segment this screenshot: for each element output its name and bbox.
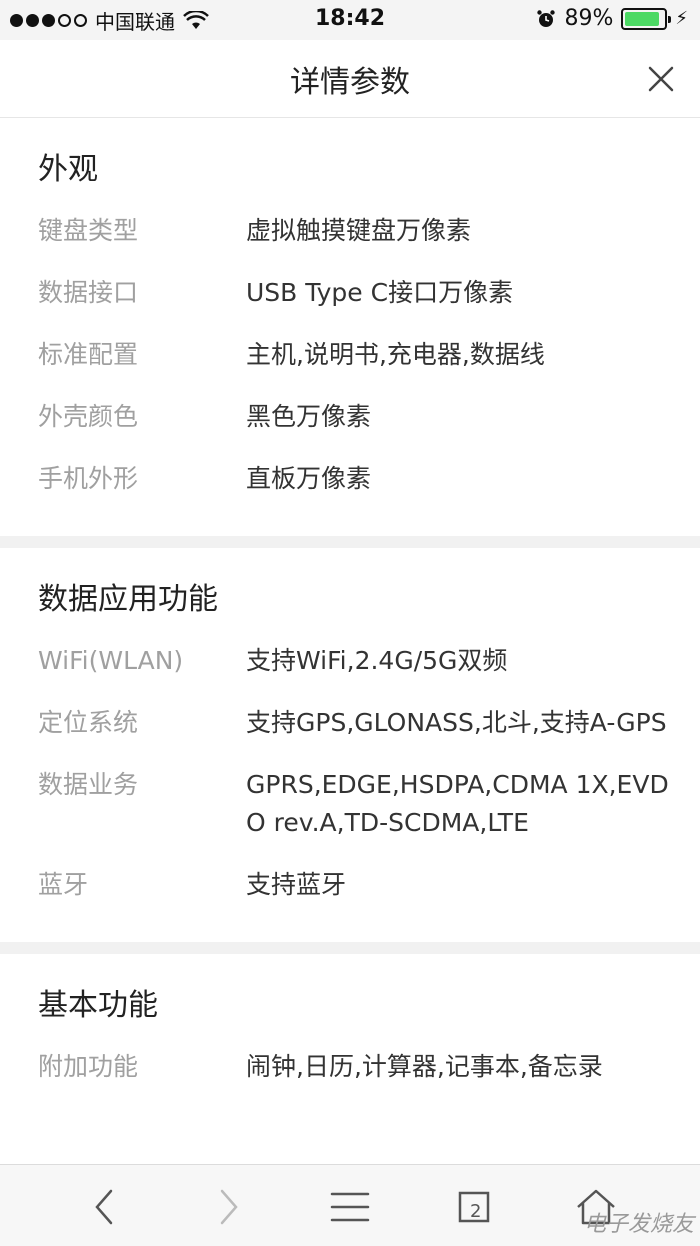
spec-label: 手机外形 xyxy=(38,464,139,493)
section-appearance: 外观 键盘类型 虚拟触摸键盘万像素 数据接口 USB Type C接口万像素 标… xyxy=(0,118,700,536)
spec-label: 数据业务 xyxy=(38,770,139,799)
section-data-features: 数据应用功能 WiFi(WLAN) 支持WiFi,2.4G/5G双频 定位系统 … xyxy=(0,548,700,942)
spec-label: WiFi(WLAN) xyxy=(38,646,184,675)
section-title: 外观 xyxy=(38,152,98,187)
battery-percent: 89% xyxy=(564,6,614,31)
section-basic-features: 基本功能 附加功能 闹钟,日历,计算器,记事本,备忘录 xyxy=(0,954,700,1124)
spec-value: USB Type C接口万像素 xyxy=(246,278,514,307)
page-title: 详情参数 xyxy=(290,64,410,100)
menu-button[interactable] xyxy=(326,1183,374,1231)
spec-label: 数据接口 xyxy=(38,278,139,307)
menu-icon xyxy=(330,1192,370,1222)
spec-value: GPRS,EDGE,HSDPA,CDMA 1X,EVDO rev.A,TD-SC… xyxy=(246,770,669,837)
close-icon[interactable] xyxy=(642,60,680,98)
charging-bolt-icon: ⚡ xyxy=(675,8,688,29)
spec-value: 主机,说明书,充电器,数据线 xyxy=(246,340,545,369)
spec-value: 闹钟,日历,计算器,记事本,备忘录 xyxy=(246,1052,603,1081)
section-title: 基本功能 xyxy=(38,988,158,1023)
spec-label: 标准配置 xyxy=(38,340,139,369)
watermark-logo: 电子发烧友 xyxy=(583,1212,694,1237)
section-divider xyxy=(0,942,700,954)
back-button[interactable] xyxy=(80,1183,128,1231)
back-icon xyxy=(95,1189,113,1225)
spec-row: 外壳颜色 黑色万像素 xyxy=(0,398,700,436)
status-right: 89% ⚡ xyxy=(536,6,688,31)
spec-row: 附加功能 闹钟,日历,计算器,记事本,备忘录 xyxy=(0,1048,700,1086)
spec-row: 数据业务 GPRS,EDGE,HSDPA,CDMA 1X,EVDO rev.A,… xyxy=(0,766,700,842)
spec-value: 虚拟触摸键盘万像素 xyxy=(246,216,472,245)
spec-label: 附加功能 xyxy=(38,1052,139,1081)
forward-button[interactable] xyxy=(205,1183,253,1231)
spec-row: 标准配置 主机,说明书,充电器,数据线 xyxy=(0,336,700,374)
spec-label: 键盘类型 xyxy=(38,216,139,245)
nav-header: 详情参数 xyxy=(0,40,700,118)
browser-toolbar: 2 电子发烧友 xyxy=(0,1164,700,1246)
spec-label: 外壳颜色 xyxy=(38,402,139,431)
battery-icon xyxy=(621,7,672,30)
spec-value: 支持GPS,GLONASS,北斗,支持A-GPS xyxy=(246,708,667,737)
tabs-button[interactable]: 2 xyxy=(450,1183,498,1231)
spec-row: 定位系统 支持GPS,GLONASS,北斗,支持A-GPS xyxy=(0,704,700,742)
spec-label: 蓝牙 xyxy=(38,870,89,899)
tab-count: 2 xyxy=(470,1201,482,1222)
spec-value: 黑色万像素 xyxy=(246,402,372,431)
status-bar: 中国联通 18:42 89% ⚡ xyxy=(0,0,700,40)
spec-row: 蓝牙 支持蓝牙 xyxy=(0,866,700,904)
section-title: 数据应用功能 xyxy=(38,582,218,617)
spec-value: 支持蓝牙 xyxy=(246,870,347,899)
section-divider xyxy=(0,536,700,548)
spec-content[interactable]: 外观 键盘类型 虚拟触摸键盘万像素 数据接口 USB Type C接口万像素 标… xyxy=(0,118,700,1164)
spec-row: 数据接口 USB Type C接口万像素 xyxy=(0,274,700,312)
spec-row: 手机外形 直板万像素 xyxy=(0,460,700,498)
spec-row: WiFi(WLAN) 支持WiFi,2.4G/5G双频 xyxy=(0,642,700,680)
spec-value: 支持WiFi,2.4G/5G双频 xyxy=(246,646,508,675)
forward-icon xyxy=(220,1189,238,1225)
spec-value: 直板万像素 xyxy=(246,464,372,493)
spec-row: 键盘类型 虚拟触摸键盘万像素 xyxy=(0,212,700,250)
alarm-icon xyxy=(537,9,556,27)
spec-label: 定位系统 xyxy=(38,708,139,737)
